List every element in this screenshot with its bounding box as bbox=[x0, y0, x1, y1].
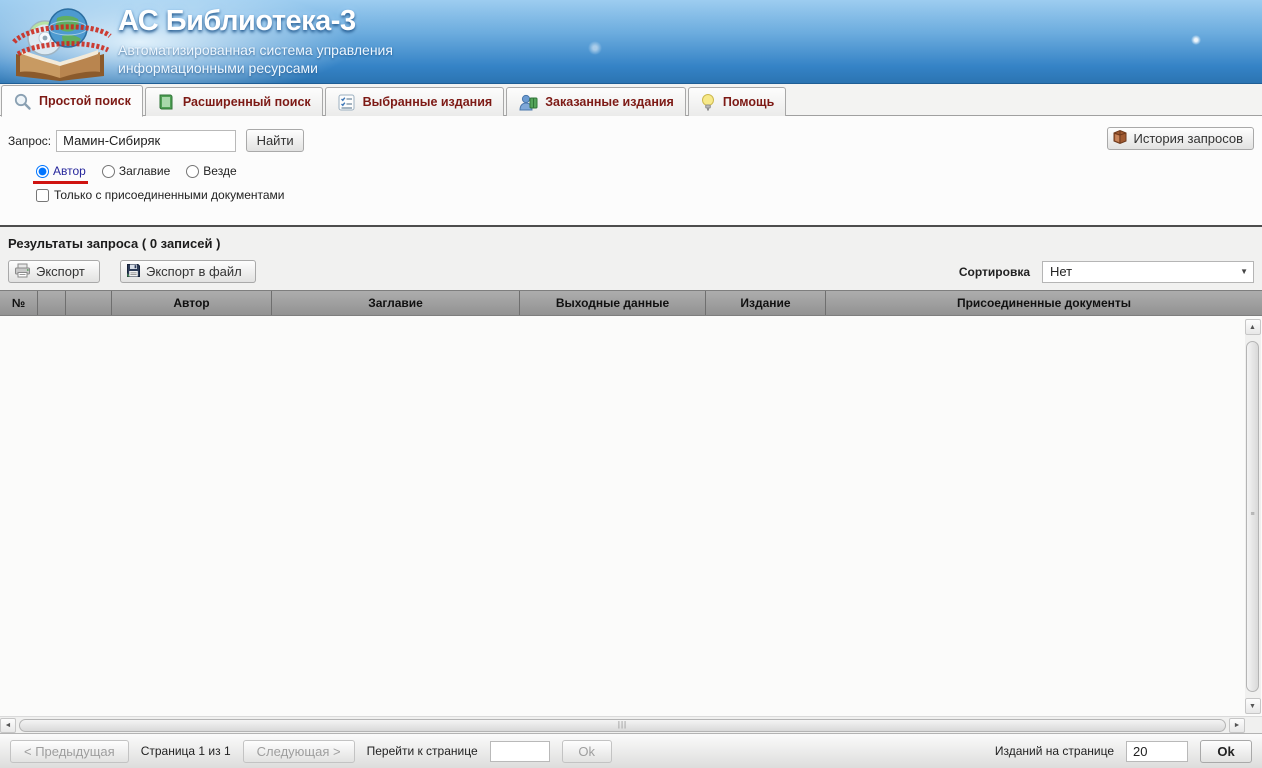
title-block: АС Библиотека-3 Автоматизированная систе… bbox=[118, 5, 393, 77]
export-to-file-button-label: Экспорт в файл bbox=[146, 264, 242, 279]
previous-page-button[interactable]: < Предыдущая bbox=[10, 740, 129, 763]
horizontal-scrollbar[interactable]: ◄ ||| ► bbox=[0, 716, 1262, 733]
tab-label: Заказанные издания bbox=[545, 95, 674, 109]
tab-label: Помощь bbox=[723, 95, 774, 109]
history-button[interactable]: История запросов bbox=[1107, 127, 1255, 150]
sort-dropdown[interactable]: Нет ▼ bbox=[1042, 261, 1254, 283]
scroll-thumb-grip-icon: ||| bbox=[618, 721, 627, 729]
library-logo-icon bbox=[8, 2, 116, 82]
history-button-label: История запросов bbox=[1134, 131, 1244, 146]
app-subtitle-line1: Автоматизированная система управления bbox=[118, 41, 393, 59]
scroll-right-button[interactable]: ► bbox=[1229, 718, 1245, 733]
find-button[interactable]: Найти bbox=[246, 129, 304, 152]
green-book-icon bbox=[157, 93, 176, 112]
query-input[interactable] bbox=[56, 130, 236, 152]
radio-title-label: Заглавие bbox=[119, 164, 170, 178]
query-label: Запрос: bbox=[8, 134, 51, 148]
chevron-down-icon: ▼ bbox=[1240, 267, 1248, 276]
per-page-label: Изданий на странице bbox=[995, 744, 1114, 758]
radio-title-input[interactable] bbox=[102, 165, 115, 178]
column-header-number[interactable]: № bbox=[0, 291, 38, 315]
column-header-empty-1[interactable] bbox=[38, 291, 66, 315]
tab-selected-editions[interactable]: Выбранные издания bbox=[325, 87, 505, 116]
column-header-title[interactable]: Заглавие bbox=[272, 291, 520, 315]
results-table-body: ▲ ≡ ▼ bbox=[0, 316, 1262, 716]
scroll-left-button[interactable]: ◄ bbox=[0, 718, 16, 733]
horizontal-scroll-thumb[interactable]: ||| bbox=[19, 719, 1226, 732]
app-header: АС Библиотека-3 Автоматизированная систе… bbox=[0, 0, 1262, 84]
sort-dropdown-value: Нет bbox=[1050, 264, 1072, 279]
tab-label: Выбранные издания bbox=[363, 95, 493, 109]
app-subtitle-line2: информационными ресурсами bbox=[118, 59, 393, 77]
radio-title[interactable]: Заглавие bbox=[102, 164, 170, 178]
page-info: Страница 1 из 1 bbox=[141, 744, 231, 758]
results-section: Результаты запроса ( 0 записей ) Экспорт… bbox=[0, 227, 1262, 733]
goto-page-input[interactable] bbox=[490, 741, 550, 762]
scroll-down-button[interactable]: ▼ bbox=[1245, 698, 1261, 714]
vertical-scrollbar[interactable]: ▲ ≡ ▼ bbox=[1244, 319, 1261, 714]
tab-advanced-search[interactable]: Расширенный поиск bbox=[145, 87, 323, 116]
attached-docs-checkbox-row[interactable]: Только с присоединенными документами bbox=[36, 188, 1254, 202]
search-field-options: Автор Заглавие Везде bbox=[36, 164, 1254, 178]
checklist-icon bbox=[337, 93, 356, 112]
history-icon bbox=[1112, 129, 1129, 148]
results-title: Результаты запроса ( 0 записей ) bbox=[8, 236, 1262, 251]
per-page-ok-button[interactable]: Ok bbox=[1200, 740, 1252, 763]
radio-author[interactable]: Автор bbox=[36, 164, 86, 178]
next-page-button[interactable]: Следующая > bbox=[243, 740, 355, 763]
attached-docs-checkbox-label: Только с присоединенными документами bbox=[54, 188, 285, 202]
scroll-left-icon: ◄ bbox=[5, 722, 12, 729]
attached-docs-checkbox[interactable] bbox=[36, 189, 49, 202]
radio-author-label: Автор bbox=[53, 164, 86, 178]
export-button[interactable]: Экспорт bbox=[8, 260, 100, 283]
radio-everywhere-label: Везде bbox=[203, 164, 236, 178]
scroll-thumb-grip-icon: ≡ bbox=[1249, 513, 1256, 516]
app-subtitle: Автоматизированная система управления ин… bbox=[118, 41, 393, 77]
query-row: Запрос: Найти bbox=[8, 129, 1254, 152]
per-page-group: Изданий на странице Ok bbox=[995, 740, 1252, 763]
sort-group: Сортировка Нет ▼ bbox=[959, 261, 1254, 283]
simple-search-panel: Запрос: Найти История запросов Автор Заг… bbox=[0, 116, 1262, 225]
scroll-right-icon: ► bbox=[1234, 722, 1241, 729]
goto-page-ok-button[interactable]: Ok bbox=[562, 740, 612, 763]
vertical-scroll-track[interactable]: ≡ bbox=[1245, 335, 1261, 698]
column-header-author[interactable]: Автор bbox=[112, 291, 272, 315]
app-window: АС Библиотека-3 Автоматизированная систе… bbox=[0, 0, 1262, 768]
vertical-scroll-thumb[interactable]: ≡ bbox=[1246, 341, 1259, 692]
sort-label: Сортировка bbox=[959, 265, 1030, 279]
export-button-label: Экспорт bbox=[36, 264, 85, 279]
floppy-disk-icon bbox=[126, 263, 141, 281]
tab-help[interactable]: Помощь bbox=[688, 87, 786, 116]
column-header-attached-docs[interactable]: Присоединенные документы bbox=[826, 291, 1262, 315]
column-header-empty-2[interactable] bbox=[66, 291, 112, 315]
pagination-bar: < Предыдущая Страница 1 из 1 Следующая >… bbox=[0, 733, 1262, 768]
goto-page-label: Перейти к странице bbox=[367, 744, 478, 758]
tab-bar: Простой поиск Расширенный поиск Выбранны… bbox=[0, 84, 1262, 116]
export-to-file-button[interactable]: Экспорт в файл bbox=[120, 260, 256, 283]
column-header-edition[interactable]: Издание bbox=[706, 291, 826, 315]
scroll-up-button[interactable]: ▲ bbox=[1245, 319, 1261, 335]
tab-label: Простой поиск bbox=[39, 94, 131, 108]
tab-label: Расширенный поиск bbox=[183, 95, 311, 109]
tab-simple-search[interactable]: Простой поиск bbox=[1, 85, 143, 117]
radio-everywhere-input[interactable] bbox=[186, 165, 199, 178]
lightbulb-icon bbox=[700, 93, 716, 112]
radio-everywhere[interactable]: Везде bbox=[186, 164, 236, 178]
scroll-up-icon: ▲ bbox=[1249, 324, 1256, 331]
radio-author-input[interactable] bbox=[36, 165, 49, 178]
user-book-icon bbox=[518, 93, 538, 112]
scroll-down-icon: ▼ bbox=[1249, 703, 1256, 710]
tab-ordered-editions[interactable]: Заказанные издания bbox=[506, 87, 686, 116]
per-page-input[interactable] bbox=[1126, 741, 1188, 762]
results-toolbar: Экспорт Экспорт в файл Сортировка Нет ▼ bbox=[8, 260, 1254, 283]
column-header-imprint[interactable]: Выходные данные bbox=[520, 291, 706, 315]
printer-icon bbox=[14, 263, 31, 281]
app-title: АС Библиотека-3 bbox=[118, 5, 393, 38]
results-table-header: № Автор Заглавие Выходные данные Издание… bbox=[0, 290, 1262, 316]
magnifier-icon bbox=[13, 92, 32, 111]
